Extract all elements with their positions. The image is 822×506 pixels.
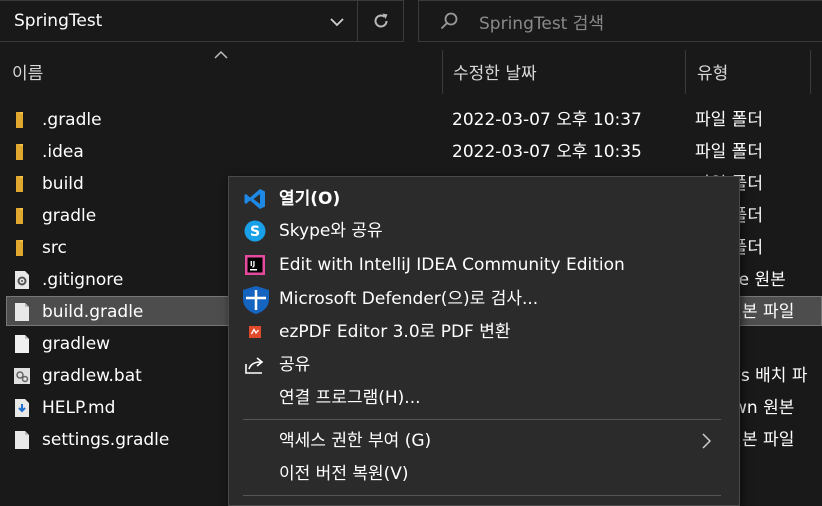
menu-item-label: 액세스 권한 부여 (G) [279,431,432,451]
menu-item-label: Edit with IntelliJ IDEA Community Editio… [279,255,625,275]
address-bar[interactable]: SpringTest [0,0,358,42]
menu-item-defender-scan[interactable]: Microsoft Defender(으)로 검사... [229,283,739,315]
context-menu: 열기(O) S Skype와 공유 IJ Edit with IntelliJ … [228,176,740,506]
menu-item-label: Skype와 공유 [279,221,383,241]
folder-icon [16,112,23,128]
file-name: .gradle [42,110,102,130]
menu-item-label: 열기(O) [279,189,341,209]
ezpdf-icon [249,326,261,338]
file-type: 파일 폴더 [695,110,763,130]
intellij-icon: IJ [245,255,265,275]
refresh-button[interactable] [358,0,404,42]
menu-item-ezpdf[interactable]: ezPDF Editor 3.0로 PDF 변환 [229,316,739,348]
file-date: 2022-03-07 오후 10:37 [452,110,642,130]
file-name: HELP.md [42,398,116,418]
file-name: gradlew.bat [42,366,142,386]
menu-item-open[interactable]: 열기(O) [229,183,739,215]
menu-item-label: 연결 프로그램(H)... [279,388,421,408]
menu-item-skype-share[interactable]: S Skype와 공유 [229,215,739,247]
refresh-icon [374,13,387,28]
share-icon [245,357,264,374]
file-row[interactable]: .gradle 2022-03-07 오후 10:37 파일 폴더 [0,104,822,136]
column-header-name[interactable]: 이름 [12,48,43,94]
menu-item-label: Microsoft Defender(으)로 검사... [279,289,539,309]
menu-separator [243,495,721,496]
file-name: gradlew [42,334,111,354]
column-divider[interactable] [810,50,811,94]
file-name: build [42,174,84,194]
search-input[interactable]: SpringTest 검색 [479,9,604,34]
file-name: .gitignore [42,270,124,290]
explorer-toolbar: SpringTest SpringTest 검색 [0,0,822,44]
menu-item-label: 공유 [279,355,311,375]
menu-separator [243,419,721,420]
folder-icon [16,144,23,160]
search-icon [440,12,458,30]
file-name: .idea [42,142,84,162]
settings-file-icon [15,271,29,289]
chevron-right-icon [702,433,711,449]
defender-shield-icon [243,286,269,314]
chevron-down-icon[interactable] [329,14,345,30]
file-name: settings.gradle [42,430,170,450]
folder-icon [16,240,23,256]
column-divider[interactable] [442,50,443,94]
file-icon [15,335,29,353]
file-date: 2022-03-07 오후 10:35 [452,142,642,162]
svg-text:S: S [250,224,260,240]
menu-item-label: 이전 버전 복원(V) [279,464,409,484]
menu-item-intellij[interactable]: IJ Edit with IntelliJ IDEA Community Edi… [229,249,739,281]
gradle-file-icon [15,431,29,449]
markdown-file-icon [15,399,29,417]
column-headers: 이름 수정한 날짜 유형 [0,48,822,94]
search-box[interactable]: SpringTest 검색 [418,0,822,42]
file-type: 파일 폴더 [695,142,763,162]
file-row[interactable]: .idea 2022-03-07 오후 10:35 파일 폴더 [0,136,822,168]
svg-text:IJ: IJ [250,260,255,268]
file-name: build.gradle [42,302,144,322]
menu-item-label: ezPDF Editor 3.0로 PDF 변환 [279,322,511,342]
menu-item-open-with[interactable]: 연결 프로그램(H)... [229,382,739,414]
file-name: src [42,238,67,258]
menu-item-share[interactable]: 공유 [229,349,739,381]
skype-icon: S [244,220,266,242]
batch-file-icon [14,368,30,384]
address-path: SpringTest [14,11,103,31]
column-header-type[interactable]: 유형 [697,48,728,94]
column-header-date[interactable]: 수정한 날짜 [453,48,537,94]
file-name: gradle [42,206,97,226]
menu-item-restore-previous[interactable]: 이전 버전 복원(V) [229,458,739,490]
folder-icon [16,208,23,224]
vscode-icon [244,189,265,209]
menu-item-give-access[interactable]: 액세스 권한 부여 (G) [229,425,739,457]
column-divider[interactable] [685,50,686,94]
folder-icon [16,176,23,192]
gradle-file-icon [15,303,29,321]
